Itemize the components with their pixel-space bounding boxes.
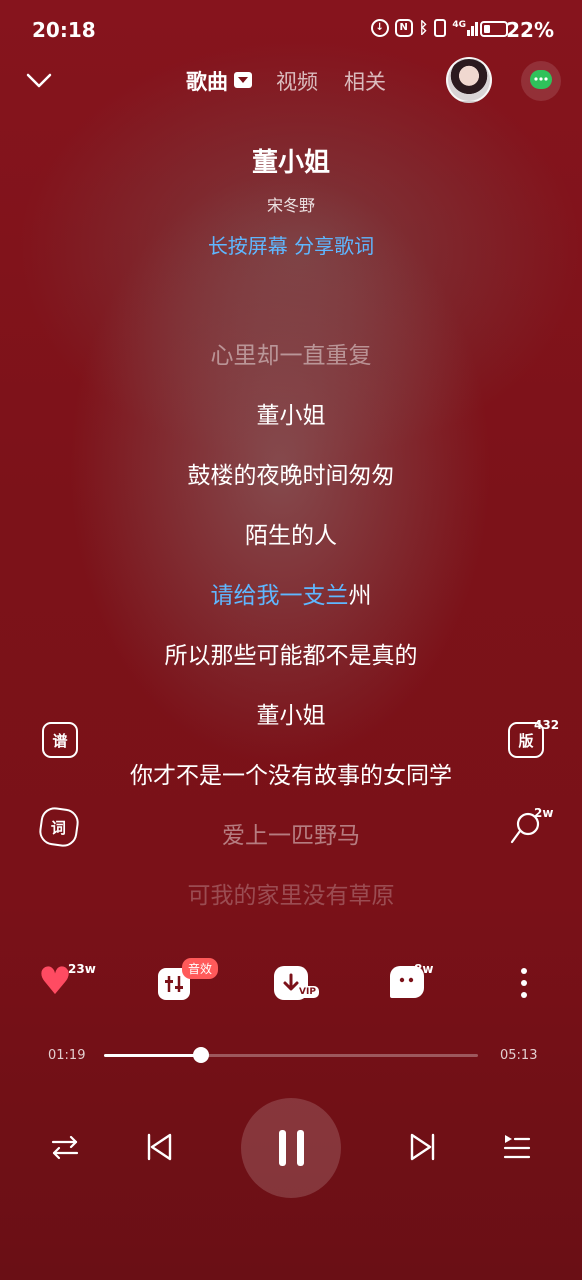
version-label: 版 bbox=[518, 731, 534, 750]
nfc-icon: N bbox=[394, 18, 413, 37]
lyric-line[interactable]: 你才不是一个没有故事的女同学 bbox=[0, 756, 582, 790]
vibrate-icon bbox=[434, 18, 447, 37]
artist-name[interactable]: 宋冬野 bbox=[0, 192, 582, 216]
comment-count: 8w bbox=[414, 962, 434, 976]
collapse-chevron-icon[interactable] bbox=[24, 66, 54, 96]
total-time: 05:13 bbox=[500, 1048, 538, 1063]
status-icons: ↓ N ᛒ 4G bbox=[370, 18, 478, 37]
data-saver-icon: ↓ bbox=[370, 18, 389, 37]
lyric-line[interactable]: 可我的家里没有草原 bbox=[0, 876, 582, 910]
pause-button[interactable] bbox=[241, 1098, 341, 1198]
battery-percent: 22% bbox=[506, 18, 554, 42]
vip-tag: VIP bbox=[296, 986, 319, 998]
lyric-line-current[interactable]: 请给我一支兰州 bbox=[0, 576, 582, 610]
sound-effects-tag: 音效 bbox=[182, 958, 219, 979]
tab-song[interactable]: 歌曲 bbox=[186, 66, 228, 96]
tab-related[interactable]: 相关 bbox=[344, 66, 386, 96]
lyric-sung-part: 请给我一支兰 bbox=[210, 583, 349, 609]
lyric-line[interactable]: 董小姐 bbox=[0, 396, 582, 430]
score-button[interactable]: 谱 bbox=[42, 722, 78, 758]
pause-icon-bar bbox=[297, 1130, 304, 1166]
battery-icon bbox=[480, 21, 508, 37]
chat-icon bbox=[530, 70, 552, 89]
more-dots-icon bbox=[521, 968, 527, 974]
song-title: 董小姐 bbox=[251, 148, 330, 178]
previous-track-icon[interactable] bbox=[144, 1132, 174, 1162]
score-label: 谱 bbox=[52, 731, 68, 750]
next-track-icon[interactable] bbox=[408, 1132, 438, 1162]
version-count: 432 bbox=[534, 718, 560, 732]
progress-track[interactable] bbox=[104, 1054, 478, 1057]
ringtone-count: 2w bbox=[534, 806, 554, 820]
artist-avatar[interactable] bbox=[446, 57, 492, 103]
more-dot bbox=[521, 992, 527, 998]
signal-label: 4G bbox=[452, 19, 466, 30]
lyric-poster-label: 词 bbox=[51, 818, 67, 837]
lyric-line[interactable]: 所以那些可能都不是真的 bbox=[0, 636, 582, 670]
more-dot bbox=[521, 980, 527, 986]
progress-fill bbox=[104, 1054, 202, 1057]
lyric-unsung-part: 州 bbox=[348, 583, 372, 609]
lyric-line[interactable]: 董小姐 bbox=[0, 696, 582, 730]
like-count: 23w bbox=[68, 962, 96, 976]
repeat-mode-icon[interactable] bbox=[50, 1132, 80, 1162]
like-heart-icon[interactable]: ♥ bbox=[38, 962, 72, 1000]
signal-4g-icon: 4G bbox=[452, 20, 478, 36]
lyric-line[interactable]: 爱上一匹野马 bbox=[0, 816, 582, 850]
share-lyrics-hint[interactable]: 长按屏幕 分享歌词 bbox=[0, 230, 582, 259]
lyric-line[interactable]: 鼓楼的夜晚时间匆匆 bbox=[0, 456, 582, 490]
pause-icon bbox=[279, 1130, 286, 1166]
status-time: 20:18 bbox=[32, 18, 96, 42]
current-time: 01:19 bbox=[48, 1048, 86, 1063]
tab-video[interactable]: 视频 bbox=[276, 66, 318, 96]
lyric-line[interactable]: 陌生的人 bbox=[0, 516, 582, 550]
bluetooth-icon: ᛒ bbox=[418, 18, 429, 37]
lyric-line[interactable]: 心里却一直重复 bbox=[0, 336, 582, 370]
more-button[interactable] bbox=[515, 966, 533, 1000]
playlist-icon[interactable] bbox=[502, 1132, 532, 1162]
tab-song-dropdown-icon[interactable] bbox=[234, 72, 252, 88]
